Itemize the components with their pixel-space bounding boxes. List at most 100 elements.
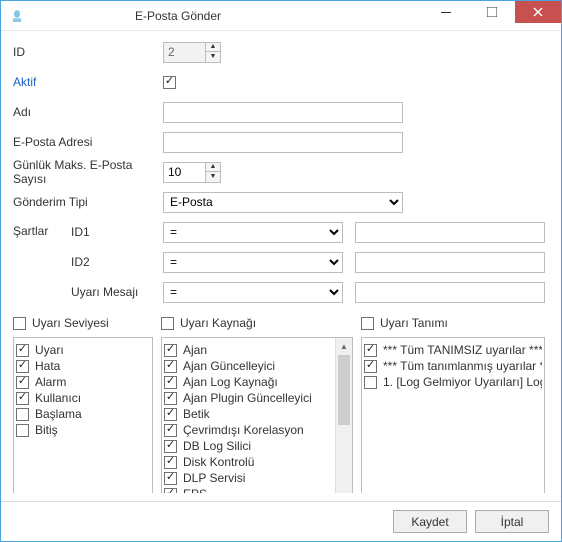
- source-item[interactable]: DLP Servisi: [164, 470, 335, 486]
- def-item-label: 1. [Log Gelmiyor Uyarıları] Log Ge: [383, 375, 542, 389]
- sendtype-label: Gönderim Tipi: [13, 195, 163, 209]
- sendtype-select[interactable]: E-Posta: [163, 192, 403, 213]
- level-item-checkbox[interactable]: [16, 424, 29, 437]
- def-item[interactable]: *** Tüm TANIMSIZ uyarılar ***: [364, 342, 542, 358]
- source-item-checkbox[interactable]: [164, 344, 177, 357]
- close-button[interactable]: [515, 1, 561, 23]
- level-list[interactable]: UyarıHata AlarmKullanıcıBaşlamaBitiş: [13, 337, 153, 493]
- source-item-label: Ajan Log Kaynağı: [183, 375, 278, 389]
- condition-row: ID1=: [71, 221, 549, 243]
- source-list[interactable]: Ajan Ajan Güncelleyici Ajan Log Kaynağı Aja…: [161, 337, 353, 493]
- def-item-checkbox[interactable]: [364, 376, 377, 389]
- condition-row: Uyarı Mesajı=: [71, 281, 549, 303]
- scroll-up-icon[interactable]: ▲: [336, 338, 352, 355]
- level-item-checkbox[interactable]: [16, 376, 29, 389]
- level-item[interactable]: Kullanıcı: [16, 390, 150, 406]
- source-item-label: Betik: [183, 407, 210, 421]
- maximize-button[interactable]: [469, 1, 515, 23]
- def-item[interactable]: *** Tüm tanımlanmış uyarılar ***: [364, 358, 542, 374]
- level-item[interactable]: Hata: [16, 358, 150, 374]
- aktif-label: Aktif: [13, 75, 163, 89]
- source-item[interactable]: Ajan Güncelleyici: [164, 358, 335, 374]
- condition-value-field[interactable]: [355, 282, 545, 303]
- source-item-label: DLP Servisi: [183, 471, 245, 485]
- def-item-checkbox[interactable]: [364, 344, 377, 357]
- def-list[interactable]: *** Tüm TANIMSIZ uyarılar ****** Tüm tan…: [361, 337, 545, 493]
- source-item-label: Disk Kontrolü: [183, 455, 254, 469]
- condition-value-field[interactable]: [355, 222, 545, 243]
- level-item-checkbox[interactable]: [16, 344, 29, 357]
- def-header-checkbox[interactable]: [361, 317, 374, 330]
- def-item[interactable]: 1. [Log Gelmiyor Uyarıları] Log Ge: [364, 374, 542, 390]
- condition-label: Uyarı Mesajı: [71, 285, 163, 299]
- def-item-checkbox[interactable]: [364, 360, 377, 373]
- source-item-checkbox[interactable]: [164, 360, 177, 373]
- id-spin-down-icon[interactable]: ▼: [206, 52, 220, 62]
- def-header-label: Uyarı Tanımı: [380, 316, 448, 330]
- source-item[interactable]: Ajan: [164, 342, 335, 358]
- source-item-label: Ajan Plugin Güncelleyici: [183, 391, 312, 405]
- id-spin-up-icon[interactable]: ▲: [206, 43, 220, 53]
- level-item-checkbox[interactable]: [16, 392, 29, 405]
- condition-label: ID1: [71, 225, 163, 239]
- name-field[interactable]: [163, 102, 403, 123]
- source-item-checkbox[interactable]: [164, 408, 177, 421]
- max-spinner[interactable]: ▲ ▼: [163, 162, 221, 183]
- condition-op-select[interactable]: =: [163, 282, 343, 303]
- source-item-label: DB Log Silici: [183, 439, 251, 453]
- max-spin-down-icon[interactable]: ▼: [206, 172, 220, 182]
- id-spinner[interactable]: ▲ ▼: [163, 42, 221, 63]
- scroll-thumb[interactable]: [338, 355, 350, 425]
- source-item[interactable]: Disk Kontrolü: [164, 454, 335, 470]
- source-header-label: Uyarı Kaynağı: [180, 316, 256, 330]
- condition-op-select[interactable]: =: [163, 222, 343, 243]
- cancel-button[interactable]: İptal: [475, 510, 549, 533]
- source-item-label: Ajan: [183, 343, 207, 357]
- id-label: ID: [13, 45, 163, 59]
- email-label: E-Posta Adresi: [13, 135, 163, 149]
- window-title: E-Posta Gönder: [29, 9, 327, 23]
- level-item[interactable]: Uyarı: [16, 342, 150, 358]
- level-item[interactable]: Başlama: [16, 406, 150, 422]
- source-scrollbar[interactable]: ▲ ▼: [335, 338, 352, 493]
- aktif-checkbox[interactable]: [163, 76, 176, 89]
- save-button[interactable]: Kaydet: [393, 510, 467, 533]
- level-header-label: Uyarı Seviyesi: [32, 316, 109, 330]
- source-item[interactable]: Ajan Log Kaynağı: [164, 374, 335, 390]
- source-item[interactable]: Çevrimdışı Korelasyon: [164, 422, 335, 438]
- source-item[interactable]: DB Log Silici: [164, 438, 335, 454]
- level-item-label: Alarm: [35, 375, 66, 389]
- level-item-checkbox[interactable]: [16, 360, 29, 373]
- conditions-title: Şartlar: [13, 221, 71, 311]
- source-item-checkbox[interactable]: [164, 456, 177, 469]
- source-item[interactable]: Betik: [164, 406, 335, 422]
- source-item-checkbox[interactable]: [164, 488, 177, 494]
- source-item[interactable]: Ajan Plugin Güncelleyici: [164, 390, 335, 406]
- source-item-checkbox[interactable]: [164, 424, 177, 437]
- max-spin-up-icon[interactable]: ▲: [206, 163, 220, 173]
- source-item-label: Çevrimdışı Korelasyon: [183, 423, 304, 437]
- source-item-checkbox[interactable]: [164, 472, 177, 485]
- level-item[interactable]: Bitiş: [16, 422, 150, 438]
- source-item[interactable]: EPS: [164, 486, 335, 493]
- titlebar: E-Posta Gönder: [1, 1, 561, 31]
- condition-value-field[interactable]: [355, 252, 545, 273]
- max-label: Günlük Maks. E-Posta Sayısı: [13, 158, 163, 186]
- footer: Kaydet İptal: [1, 501, 561, 541]
- source-item-label: Ajan Güncelleyici: [183, 359, 275, 373]
- source-header-checkbox[interactable]: [161, 317, 174, 330]
- condition-label: ID2: [71, 255, 163, 269]
- email-field[interactable]: [163, 132, 403, 153]
- level-header-checkbox[interactable]: [13, 317, 26, 330]
- level-item-checkbox[interactable]: [16, 408, 29, 421]
- source-item-checkbox[interactable]: [164, 376, 177, 389]
- source-item-checkbox[interactable]: [164, 440, 177, 453]
- level-item-label: Hata: [35, 359, 60, 373]
- minimize-button[interactable]: [423, 1, 469, 23]
- def-item-label: *** Tüm tanımlanmış uyarılar ***: [383, 359, 542, 373]
- condition-op-select[interactable]: =: [163, 252, 343, 273]
- id-field[interactable]: [163, 42, 205, 63]
- max-field[interactable]: [163, 162, 205, 183]
- level-item[interactable]: Alarm: [16, 374, 150, 390]
- source-item-checkbox[interactable]: [164, 392, 177, 405]
